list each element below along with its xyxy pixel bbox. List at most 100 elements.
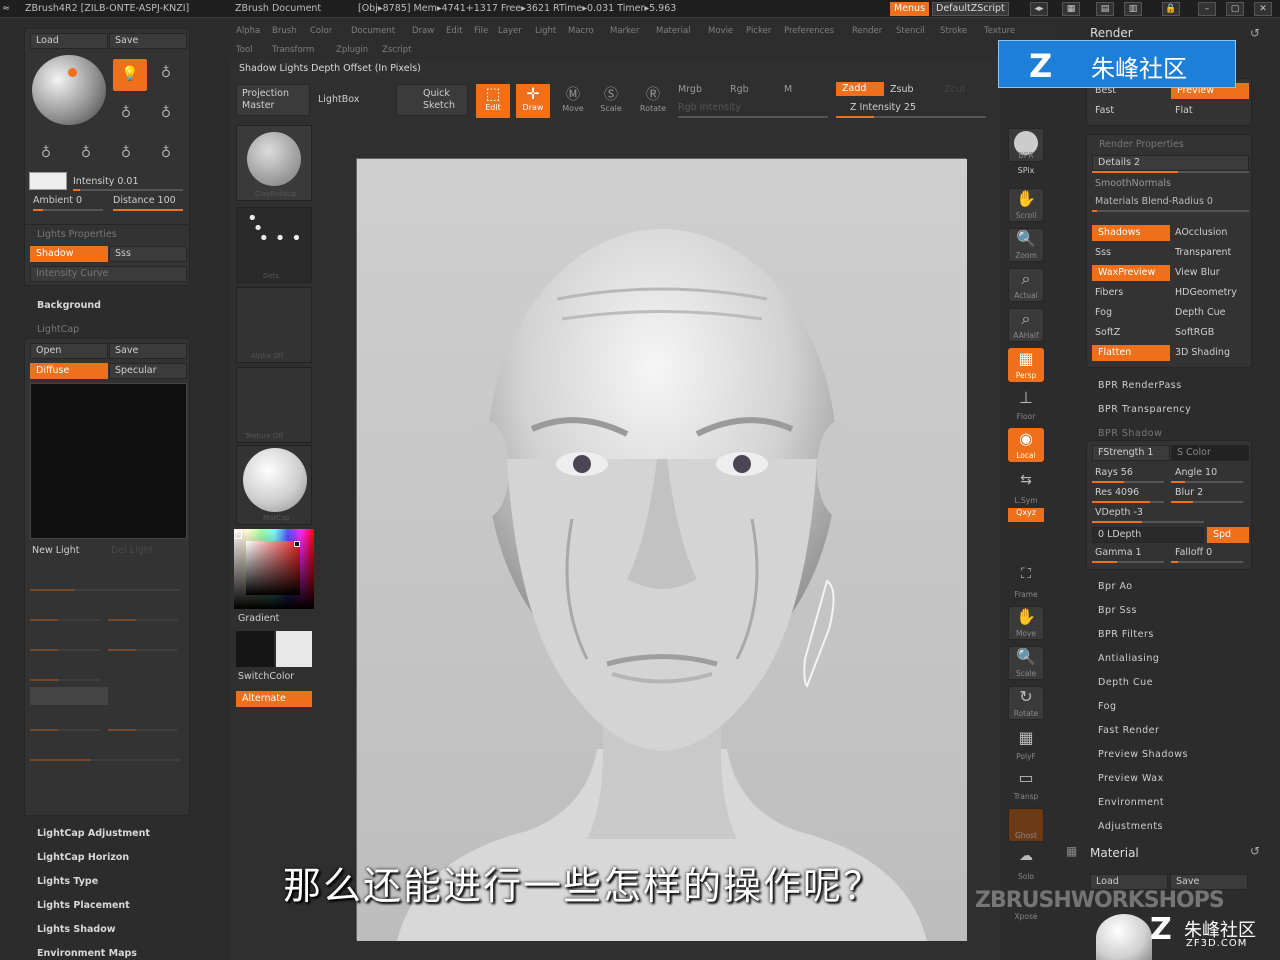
material-preview-sphere[interactable]	[1096, 914, 1152, 960]
bpr-renderpass-header[interactable]: BPR RenderPass	[1098, 380, 1182, 391]
details-slider[interactable]: Details 2	[1092, 155, 1249, 171]
depth-cue-button[interactable]: Depth Cue	[1175, 307, 1225, 318]
light-position-dot[interactable]	[68, 68, 77, 77]
fstrength-slider[interactable]: FStrength 1	[1092, 445, 1170, 461]
menu-stroke[interactable]: Stroke	[940, 26, 967, 36]
menu-zscript[interactable]: Zscript	[382, 45, 412, 55]
fog-button[interactable]: Fog	[1095, 307, 1112, 318]
flat-button[interactable]: Flat	[1175, 105, 1193, 116]
bulb-icon[interactable]: ♁	[159, 145, 173, 165]
antialiasing-header[interactable]: Antialiasing	[1098, 653, 1159, 664]
sss-render-button[interactable]: Sss	[1095, 247, 1111, 258]
rotate-button[interactable]: Ⓡ Rotate	[636, 84, 670, 118]
secondary-color-swatch[interactable]	[276, 631, 312, 667]
menu-preferences[interactable]: Preferences	[784, 26, 834, 36]
menu-layer[interactable]: Layer	[498, 26, 522, 36]
menu-render[interactable]: Render	[852, 26, 882, 36]
texture-thumbnail[interactable]: Texture Off	[236, 367, 312, 443]
menu-document[interactable]: Document	[351, 26, 395, 36]
main-color-swatch[interactable]	[236, 631, 274, 667]
softz-button[interactable]: SoftZ	[1095, 327, 1120, 338]
light-color-swatch[interactable]	[29, 172, 67, 190]
diffuse-button[interactable]: Diffuse	[30, 363, 108, 379]
environment-maps-header[interactable]: Environment Maps	[37, 948, 137, 959]
3d-shading-button[interactable]: 3D Shading	[1175, 347, 1230, 358]
preview-wax-header[interactable]: Preview Wax	[1098, 773, 1164, 784]
new-light-button[interactable]: New Light	[32, 545, 79, 556]
bulb-icon[interactable]: ♁	[79, 145, 93, 165]
bulb-icon[interactable]: 💡	[113, 59, 147, 91]
zcut-button[interactable]: Zcut	[944, 84, 965, 95]
edit-button[interactable]: ⬚ Edit	[476, 84, 510, 118]
lightbox-button[interactable]: LightBox	[318, 94, 359, 105]
aocclusion-button[interactable]: AOcclusion	[1175, 227, 1227, 238]
menu-draw[interactable]: Draw	[412, 26, 434, 36]
intensity-slider[interactable]: Intensity 0.01	[73, 176, 139, 187]
m-button[interactable]: M	[784, 84, 792, 95]
angle-slider[interactable]: Angle 10	[1175, 467, 1217, 478]
menus-button[interactable]: Menus	[890, 2, 930, 16]
solo-button[interactable]: ☁ Solo	[1008, 848, 1044, 882]
lightcap-preview[interactable]	[30, 383, 187, 539]
fibers-button[interactable]: Fibers	[1095, 287, 1123, 298]
fast-button[interactable]: Fast	[1095, 105, 1114, 116]
spd-button[interactable]: Spd	[1207, 527, 1249, 543]
layout-icon[interactable]: ▤	[1096, 2, 1114, 16]
view-blur-button[interactable]: View Blur	[1175, 267, 1220, 278]
preview-shadows-header[interactable]: Preview Shadows	[1098, 749, 1188, 760]
material-thumbnail[interactable]: MatCap	[236, 445, 312, 525]
flatten-button[interactable]: Flatten	[1092, 345, 1170, 361]
minimize-icon[interactable]: –	[1198, 2, 1216, 16]
draw-button[interactable]: ✛ Draw	[516, 84, 550, 118]
gamma-slider[interactable]: Gamma 1	[1095, 547, 1142, 558]
move-view-button[interactable]: ✋ Move	[1008, 606, 1044, 640]
hdgeometry-button[interactable]: HDGeometry	[1175, 287, 1237, 298]
stroke-thumbnail[interactable]: • • • • • Dots	[236, 207, 312, 283]
bulb-icon[interactable]: ♁	[119, 145, 133, 165]
material-palette-title[interactable]: Material	[1090, 846, 1139, 860]
ambient-slider[interactable]: Ambient 0	[33, 195, 82, 206]
scroll-button[interactable]: ✋ Scroll	[1008, 188, 1044, 222]
prev-icon[interactable]: ◂▸	[1030, 2, 1048, 16]
sss-button[interactable]: Sss	[109, 246, 187, 262]
switchcolor-button[interactable]: SwitchColor	[238, 671, 294, 682]
specular-button[interactable]: Specular	[109, 363, 187, 379]
light-load-button[interactable]: Load	[30, 33, 108, 49]
default-zscript-button[interactable]: DefaultZScript	[932, 2, 1009, 16]
quick-sketch-button[interactable]: Quick Sketch	[396, 84, 468, 116]
rotate-view-button[interactable]: ↻ Rotate	[1008, 686, 1044, 720]
lsym-button[interactable]: ⇆ L.Sym	[1008, 472, 1044, 506]
floor-button[interactable]: ⊥ Floor	[1008, 388, 1044, 422]
lights-shadow-header[interactable]: Lights Shadow	[37, 924, 116, 935]
ldepth-slider[interactable]: 0 LDepth	[1092, 527, 1204, 543]
distance-slider[interactable]: Distance 100	[113, 195, 176, 206]
menu-texture[interactable]: Texture	[984, 26, 1015, 36]
lightcap-header[interactable]: LightCap	[37, 324, 79, 335]
environment-header[interactable]: Environment	[1098, 797, 1164, 808]
lightcap-adjustment-header[interactable]: LightCap Adjustment	[37, 828, 150, 839]
fog-header[interactable]: Fog	[1098, 701, 1116, 712]
local-button[interactable]: ◉ Local	[1008, 428, 1044, 462]
bpr-ao-header[interactable]: Bpr Ao	[1098, 581, 1133, 592]
aahalf-button[interactable]: ⌕ AAHalf	[1008, 308, 1044, 342]
actual-button[interactable]: ⌕ Actual	[1008, 268, 1044, 302]
bulb-icon[interactable]: ♁	[159, 65, 173, 85]
lightcap-save-button[interactable]: Save	[109, 343, 187, 359]
rgb-intensity-slider[interactable]: Rgb Intensity	[678, 102, 741, 113]
rays-slider[interactable]: Rays 56	[1095, 467, 1133, 478]
projection-master-button[interactable]: Projection Master	[236, 84, 310, 116]
bpr-transparency-header[interactable]: BPR Transparency	[1098, 404, 1191, 415]
lightcap-open-button[interactable]: Open	[30, 343, 108, 359]
render-palette-title[interactable]: Render	[1090, 26, 1133, 40]
menu-material[interactable]: Material	[656, 26, 691, 36]
z-intensity-slider[interactable]: Z Intensity 25	[850, 102, 916, 113]
document-canvas[interactable]	[356, 158, 967, 941]
waxpreview-button[interactable]: WaxPreview	[1092, 265, 1170, 281]
color-picker[interactable]	[234, 529, 314, 609]
vdepth-slider[interactable]: VDepth -3	[1095, 507, 1143, 518]
zoom-button[interactable]: 🔍 Zoom	[1008, 228, 1044, 262]
s-color-swatch[interactable]: S Color	[1171, 445, 1249, 461]
lights-placement-header[interactable]: Lights Placement	[37, 900, 130, 911]
spix-slider[interactable]: SPix	[1008, 166, 1044, 175]
refresh-icon[interactable]: ↺	[1250, 26, 1260, 40]
